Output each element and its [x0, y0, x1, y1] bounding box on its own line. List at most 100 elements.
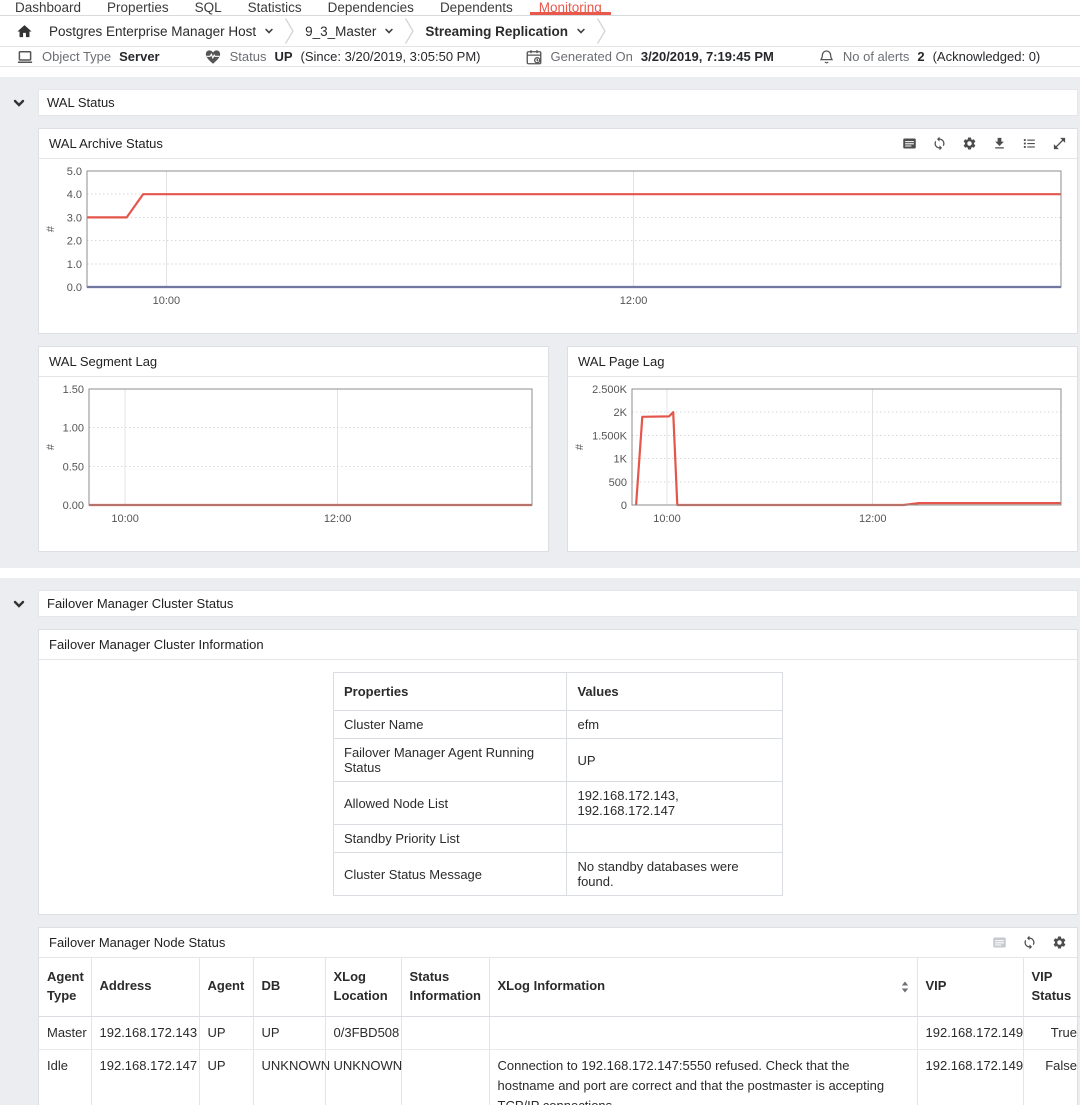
home-icon[interactable] — [16, 23, 33, 40]
chevron-down-icon — [576, 26, 586, 36]
section-wal-status: WAL Status WAL Archive Status 0.01.02.03… — [0, 77, 1080, 568]
cluster-info-cell: Cluster Status Message — [334, 853, 567, 896]
settings-icon[interactable] — [1052, 935, 1067, 950]
node-status-header-vip-status: VIP Status — [1023, 958, 1080, 1016]
tab-statistics[interactable]: Statistics — [239, 0, 311, 15]
refresh-icon[interactable] — [1022, 935, 1037, 950]
chevron-down-icon — [264, 26, 274, 36]
node-status-table: Agent TypeAddressAgentDBXLog LocationSta… — [39, 958, 1080, 1105]
panel-title-cluster-info: Failover Manager Cluster Information — [49, 637, 264, 652]
cluster-info-row: Cluster Status MessageNo standby databas… — [334, 853, 783, 896]
node-status-cell: Master — [39, 1016, 91, 1049]
download-icon[interactable] — [992, 136, 1007, 151]
svg-text:0: 0 — [621, 500, 627, 512]
svg-text:1.50: 1.50 — [63, 384, 84, 396]
svg-text:500: 500 — [609, 477, 627, 489]
svg-text:1.500K: 1.500K — [592, 430, 628, 442]
chevron-down-icon — [384, 26, 394, 36]
settings-icon[interactable] — [962, 136, 977, 151]
cluster-info-cell: 192.168.172.143, 192.168.172.147 — [567, 782, 783, 825]
cluster-info-cell — [567, 825, 783, 853]
cluster-info-header: Properties — [334, 673, 567, 711]
node-status-cell: UNKNOWN — [253, 1049, 325, 1105]
breadcrumb: Postgres Enterprise Manager Host 9_3_Mast… — [0, 16, 1080, 47]
object-type-label: Object Type — [42, 49, 111, 64]
cluster-info-row: Standby Priority List — [334, 825, 783, 853]
svg-text:1K: 1K — [614, 454, 628, 466]
list-icon[interactable] — [1022, 136, 1037, 151]
svg-text:10:00: 10:00 — [653, 513, 681, 525]
svg-text:12:00: 12:00 — [620, 295, 648, 307]
heartbeat-icon — [204, 48, 222, 66]
status-value: UP — [274, 49, 292, 64]
panel-wal-page-lag: WAL Page Lag 05001K1.500K2K2.500K10:0012… — [567, 346, 1078, 552]
tab-properties[interactable]: Properties — [98, 0, 178, 15]
alerts-suffix: (Acknowledged: 0) — [933, 49, 1041, 64]
node-status-cell: 192.168.172.149 — [917, 1049, 1023, 1105]
panel-title-wal-archive: WAL Archive Status — [49, 136, 163, 151]
node-status-header-xlog-information[interactable]: XLog Information — [489, 958, 917, 1016]
legend-icon[interactable] — [902, 136, 917, 151]
svg-text:10:00: 10:00 — [153, 295, 181, 307]
node-status-row: Idle192.168.172.147UPUNKNOWNUNKNOWN Conn… — [39, 1049, 1080, 1105]
object-type-item: Object Type Server — [16, 48, 160, 66]
node-status-cell: UNKNOWN — [325, 1049, 401, 1105]
generated-label: Generated On — [551, 49, 633, 64]
wal-segment-lag-chart: 0.000.501.001.5010:0012:00# — [43, 381, 540, 531]
failover-collapse-chevron-icon[interactable] — [0, 598, 38, 610]
page: Dashboard Properties SQL Statistics Dependen… — [0, 0, 1080, 1105]
node-status-cell: Idle — [39, 1049, 91, 1105]
breadcrumb-label: 9_3_Master — [305, 24, 376, 39]
alerts-count: 2 — [917, 49, 924, 64]
section-failover-cluster-status: Failover Manager Cluster Status Failover… — [0, 578, 1080, 1105]
tab-dependents[interactable]: Dependents — [431, 0, 522, 15]
breadcrumb-item-9-3-master[interactable]: 9_3_Master — [299, 24, 400, 39]
tab-sql[interactable]: SQL — [186, 0, 231, 15]
breadcrumb-label: Postgres Enterprise Manager Host — [49, 24, 256, 39]
tab-dashboard[interactable]: Dashboard — [6, 0, 90, 15]
svg-text:1.0: 1.0 — [67, 259, 82, 271]
node-status-cell: 192.168.172.143 — [91, 1016, 199, 1049]
wal-archive-status-chart: 0.01.02.03.04.05.010:0012:00# — [43, 163, 1069, 313]
panel-wal-archive-status: WAL Archive Status 0.01.02.03.04.05.010:… — [38, 128, 1078, 334]
status-label: Status — [230, 49, 267, 64]
bell-icon — [818, 48, 835, 65]
cluster-info-cell: Failover Manager Agent Running Status — [334, 739, 567, 782]
expand-icon[interactable] — [1052, 136, 1067, 151]
node-status-cell: True — [1023, 1016, 1080, 1049]
refresh-icon[interactable] — [932, 136, 947, 151]
cluster-info-cell: Cluster Name — [334, 711, 567, 739]
svg-text:4.0: 4.0 — [67, 189, 82, 201]
node-status-cell: 192.168.172.147 — [91, 1049, 199, 1105]
status-bar: Object Type Server Status UP (Since: 3/2… — [0, 47, 1080, 67]
svg-text:#: # — [45, 443, 57, 450]
wal-page-lag-chart: 05001K1.500K2K2.500K10:0012:00# — [572, 381, 1069, 531]
cluster-info-table: PropertiesValuesCluster NameefmFailover … — [333, 672, 783, 896]
status-item: Status UP (Since: 3/20/2019, 3:05:50 PM) — [204, 48, 481, 66]
alerts-item: No of alerts 2 (Acknowledged: 0) — [818, 48, 1040, 65]
breadcrumb-item-postgres-enterprise-manager-host[interactable]: Postgres Enterprise Manager Host — [43, 24, 280, 39]
cluster-info-header: Values — [567, 673, 783, 711]
cluster-info-cell: Standby Priority List — [334, 825, 567, 853]
column-label: XLog Information — [498, 977, 606, 996]
panel-wal-segment-lag: WAL Segment Lag 0.000.501.001.5010:0012:… — [38, 346, 549, 552]
node-status-header-agent-type: Agent Type — [39, 958, 91, 1016]
wal-collapse-chevron-icon[interactable] — [0, 97, 38, 109]
status-since: (Since: 3/20/2019, 3:05:50 PM) — [301, 49, 481, 64]
calendar-clock-icon — [525, 48, 543, 66]
tab-monitoring[interactable]: Monitoring — [530, 0, 611, 15]
cluster-info-cell: Allowed Node List — [334, 782, 567, 825]
svg-text:10:00: 10:00 — [111, 513, 139, 525]
svg-text:1.00: 1.00 — [63, 423, 84, 435]
legend-icon — [992, 935, 1007, 950]
node-status-header-vip: VIP — [917, 958, 1023, 1016]
cluster-info-cell: No standby databases were found. — [567, 853, 783, 896]
server-monitor-icon — [16, 48, 34, 66]
breadcrumb-item-streaming-replication[interactable]: Streaming Replication — [419, 24, 592, 39]
sort-icon[interactable] — [901, 981, 909, 993]
tab-dependencies[interactable]: Dependencies — [319, 0, 423, 15]
breadcrumb-label: Streaming Replication — [425, 24, 568, 39]
panel-node-status: Failover Manager Node Status Agent TypeA… — [38, 927, 1078, 1105]
object-type-value: Server — [119, 49, 159, 64]
node-status-header-db: DB — [253, 958, 325, 1016]
